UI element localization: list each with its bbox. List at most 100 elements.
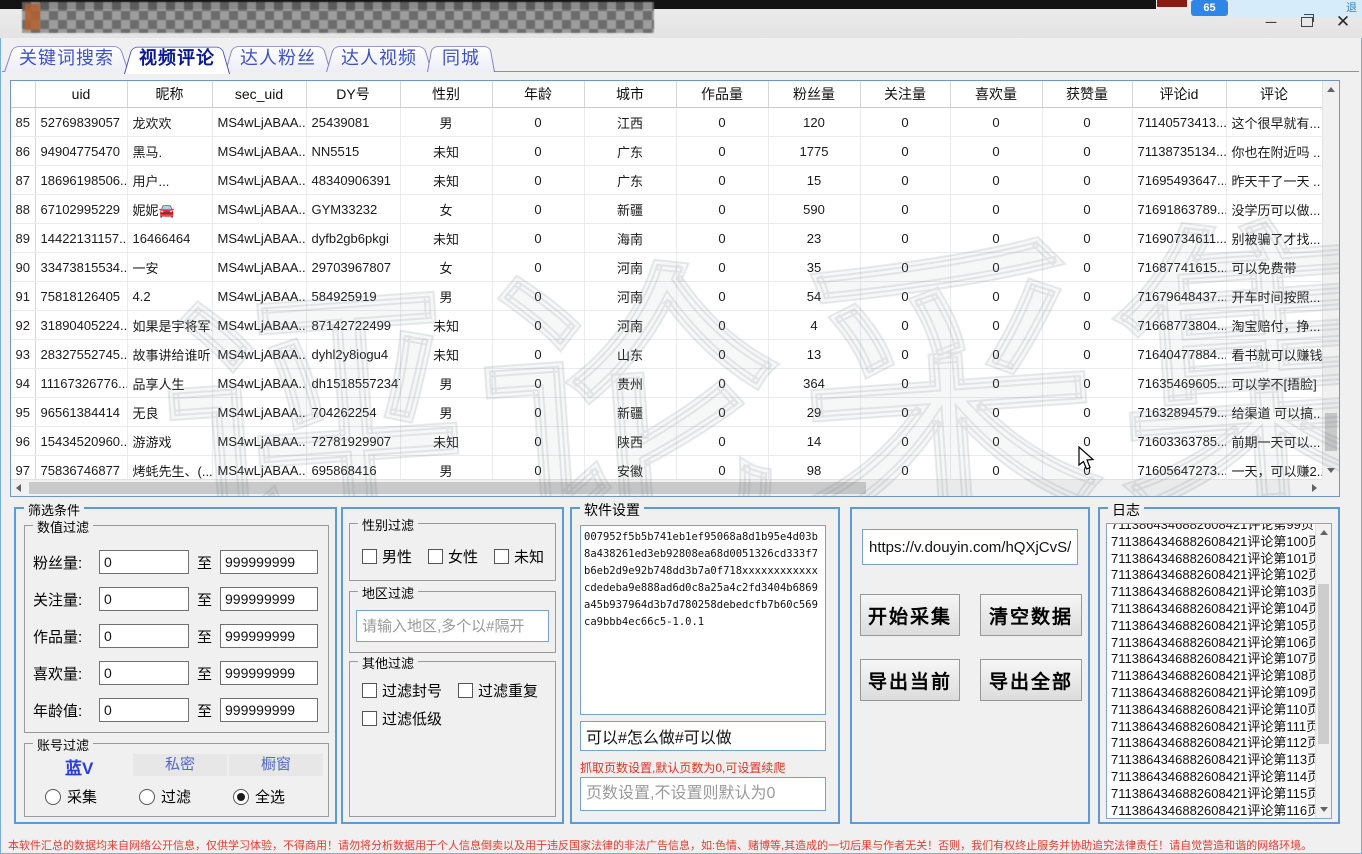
cell-works-count: 0 (676, 253, 768, 282)
log-scrollbar[interactable] (1315, 524, 1331, 818)
scroll-up-icon[interactable] (1320, 530, 1328, 535)
cell-sec-uid: MS4wLjABAA... (212, 253, 306, 282)
scroll-left-icon[interactable] (16, 484, 21, 492)
other-checkbox-option[interactable]: 过滤低级 (362, 708, 442, 729)
column-header[interactable]: 粉丝量 (768, 81, 860, 108)
table-horizontal-scrollbar[interactable] (11, 479, 1322, 496)
tab[interactable]: 达人视频 (326, 42, 432, 72)
scroll-down-icon[interactable] (1327, 468, 1335, 473)
numeric-min-input[interactable] (99, 661, 189, 685)
numeric-min-input[interactable] (99, 698, 189, 722)
tab[interactable]: 视频评论 (124, 42, 230, 72)
table-vertical-scrollbar[interactable] (1322, 81, 1339, 479)
horizontal-scroll-thumb[interactable] (29, 482, 866, 494)
clear-data-button[interactable]: 清空数据 (980, 594, 1082, 636)
table-row[interactable]: 94 11167326776... 品享人生 MS4wLjABAA... dh1… (11, 369, 1322, 398)
column-header[interactable]: 性别 (400, 81, 492, 108)
column-header[interactable]: 作品量 (676, 81, 768, 108)
table-row[interactable]: 85 52769839057 龙欢欢 MS4wLjABAA... 2543908… (11, 108, 1322, 137)
export-all-button[interactable]: 导出全部 (980, 659, 1082, 701)
cell-dy-id: 704262254 (306, 398, 400, 427)
scroll-right-icon[interactable] (1312, 484, 1317, 492)
export-current-button[interactable]: 导出当前 (860, 659, 960, 701)
page-count-input[interactable] (580, 777, 826, 811)
account-radio-option[interactable]: 全选 (233, 786, 327, 807)
numeric-min-input[interactable] (99, 550, 189, 574)
column-header[interactable]: 年龄 (492, 81, 584, 108)
column-header[interactable]: 城市 (584, 81, 676, 108)
radio-label: 全选 (255, 786, 285, 807)
blue-v-tag[interactable]: 蓝V (65, 754, 93, 779)
table-row[interactable]: 86 94904775470 黑马. MS4wLjABAA... NN5515 … (11, 137, 1322, 166)
close-button[interactable]: ✕ (1328, 12, 1358, 32)
numeric-min-input[interactable] (99, 624, 189, 648)
numeric-max-input[interactable] (220, 661, 318, 685)
table-row[interactable]: 92 31890405224... 如果是宇将军... MS4wLjABAA..… (11, 311, 1322, 340)
log-entry: 7113864346882608421评论第114页 (1111, 769, 1331, 786)
radio-icon (45, 789, 61, 805)
scroll-up-icon[interactable] (1327, 87, 1335, 92)
gender-checkbox-option[interactable]: 男性 (362, 546, 412, 567)
numeric-max-input[interactable] (220, 550, 318, 574)
table-row[interactable]: 96 15434520960... 游游戏 MS4wLjABAA... 7278… (11, 427, 1322, 456)
column-header[interactable]: sec_uid (212, 81, 306, 108)
column-header[interactable]: uid (35, 81, 127, 108)
table-row[interactable]: 87 18696198506... 用户... MS4wLjABAA... 48… (11, 166, 1322, 195)
other-checkbox-option[interactable]: 过滤封号 (362, 680, 442, 701)
numeric-max-input[interactable] (220, 624, 318, 648)
other-checkbox-option[interactable]: 过滤重复 (458, 680, 538, 701)
column-header[interactable]: 关注量 (860, 81, 950, 108)
table-row[interactable]: 88 67102995229 妮妮🚘 MS4wLjABAA... GYM3323… (11, 195, 1322, 224)
column-header[interactable]: DY号 (306, 81, 400, 108)
numeric-min-input[interactable] (99, 587, 189, 611)
video-url-input[interactable] (862, 529, 1078, 565)
column-header[interactable]: 评论 (1226, 81, 1322, 108)
account-filter-cell[interactable]: 私密 (133, 754, 227, 776)
cell-age: 0 (492, 195, 584, 224)
numeric-filter-group: 数值过滤 粉丝量: 至 关注量: 至 作品量: 至 喜欢量: 至 (24, 525, 329, 733)
table-row[interactable]: 95 96561384414 无良 MS4wLjABAA... 70426225… (11, 398, 1322, 427)
cell-comment: 淘宝赔付，挣... (1226, 311, 1322, 340)
gender-checkbox-option[interactable]: 未知 (494, 546, 544, 567)
column-header[interactable]: 喜欢量 (950, 81, 1042, 108)
gender-checkbox-option[interactable]: 女性 (428, 546, 478, 567)
cell-works-count: 0 (676, 282, 768, 311)
region-input[interactable] (356, 610, 549, 642)
account-radio-option[interactable]: 过滤 (139, 786, 233, 807)
log-list[interactable]: 7113864346882608421评论第99页711386434688260… (1106, 523, 1332, 819)
table-row[interactable]: 93 28327552745... 故事讲给谁听 MS4wLjABAA... d… (11, 340, 1322, 369)
numeric-filter-field-label: 作品量: (33, 626, 99, 647)
license-token-textarea[interactable] (580, 525, 826, 715)
maximize-button[interactable] (1292, 12, 1322, 32)
table-row[interactable]: 91 75818126405 4.2 MS4wLjABAA... 5849259… (11, 282, 1322, 311)
start-collect-button[interactable]: 开始采集 (860, 594, 960, 636)
tab[interactable]: 关键词搜索 (4, 42, 129, 72)
vertical-scroll-thumb[interactable] (1325, 413, 1337, 451)
log-scroll-thumb[interactable] (1318, 584, 1329, 744)
numeric-filter-field-label: 喜欢量: (33, 663, 99, 684)
account-filter-cell[interactable]: 橱窗 (229, 754, 323, 776)
numeric-max-input[interactable] (220, 587, 318, 611)
column-header[interactable]: 获赞量 (1042, 81, 1132, 108)
numeric-max-input[interactable] (220, 698, 318, 722)
account-radio-option[interactable]: 采集 (45, 786, 139, 807)
log-entry: 7113864346882608421评论第108页 (1111, 668, 1331, 685)
scroll-down-icon[interactable] (1320, 807, 1328, 812)
minimize-button[interactable]: ─ (1256, 12, 1286, 32)
overlay-red-mark (1157, 0, 1187, 7)
column-header[interactable]: 评论id (1132, 81, 1226, 108)
cell-like-count: 0 (950, 253, 1042, 282)
keyword-input[interactable] (580, 721, 826, 751)
cell-works-count: 0 (676, 108, 768, 137)
results-table-container: uid昵称sec_uidDY号性别年龄城市作品量粉丝量关注量喜欢量获赞量评论id… (10, 80, 1340, 497)
cell-comment-id: 71687741615... (1132, 253, 1226, 282)
tab[interactable]: 同城 (427, 42, 495, 72)
table-row[interactable]: 89 14422131157... 16466464 MS4wLjABAA...… (11, 224, 1322, 253)
column-header[interactable] (11, 81, 35, 108)
tab[interactable]: 达人粉丝 (225, 42, 331, 72)
cell-works-count: 0 (676, 166, 768, 195)
column-header[interactable]: 昵称 (127, 81, 212, 108)
cell-row-number: 85 (11, 108, 35, 137)
cell-age: 0 (492, 282, 584, 311)
table-row[interactable]: 90 33473815534... 一安 MS4wLjABAA... 29703… (11, 253, 1322, 282)
